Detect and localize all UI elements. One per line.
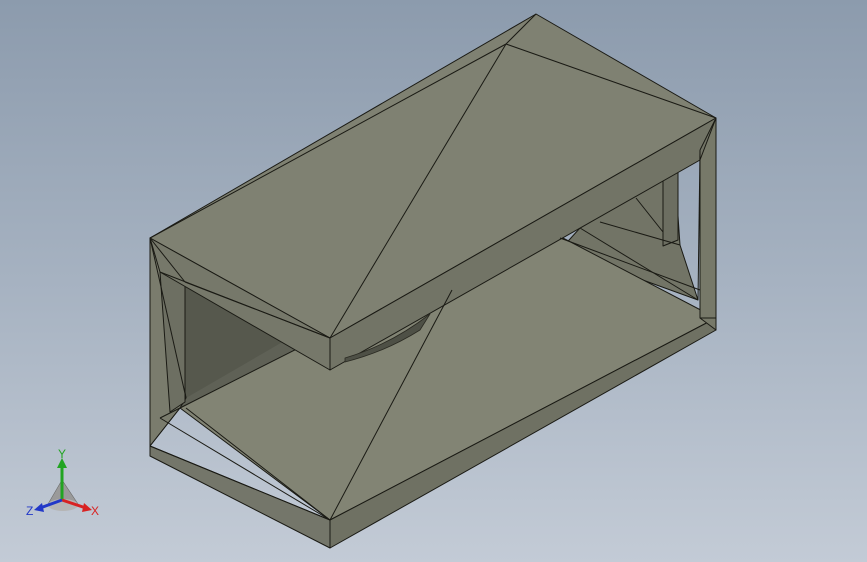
3d-model-tube[interactable] [0,0,867,562]
y-axis-label: Y [58,448,66,461]
inner-right-panel [662,171,679,247]
graphics-viewport[interactable]: Y X Z [0,0,867,562]
z-axis-label: Z [26,504,33,518]
x-axis-label: X [91,504,99,518]
orientation-triad[interactable]: Y X Z [26,448,106,528]
z-arrow-icon [34,503,44,512]
